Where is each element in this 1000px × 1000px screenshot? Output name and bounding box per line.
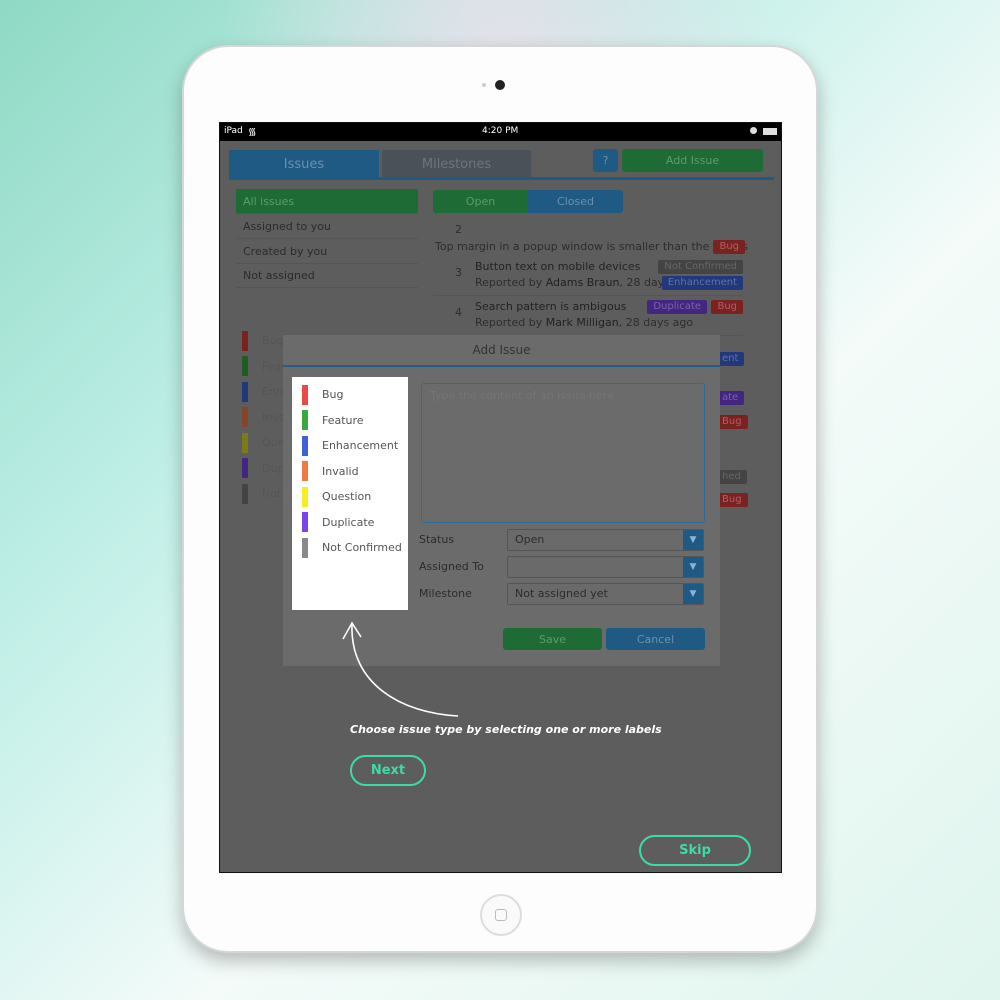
color-swatch — [302, 461, 308, 482]
tour-hint: Choose issue type by selecting one or mo… — [350, 723, 662, 736]
milestone-label: Milestone — [419, 587, 472, 600]
label-option-question[interactable]: Question — [292, 484, 408, 510]
issue-author: Adams Braun — [545, 276, 620, 289]
reported-prefix: Reported by — [475, 316, 546, 329]
label-picker: Bug Feature Enhancement Invalid Question… — [292, 377, 408, 610]
help-button[interactable]: ? — [593, 149, 618, 172]
sidebar-item-created[interactable]: Created by you — [236, 239, 418, 264]
label-option-enhancement[interactable]: Enhancement — [292, 433, 408, 459]
issue-title: Button text on mobile devices — [475, 260, 641, 273]
color-swatch — [302, 486, 308, 507]
badge-bug: Bug — [713, 240, 745, 254]
label-option-feature[interactable]: Feature — [292, 408, 408, 434]
home-icon — [495, 909, 507, 921]
sensor — [482, 83, 486, 87]
badge-enhancement: Enhancement — [661, 276, 743, 290]
color-swatch — [302, 384, 308, 405]
milestone-select[interactable]: Not assigned yet ▼ — [507, 582, 704, 605]
issue-row[interactable]: 3 Button text on mobile devices Reported… — [433, 256, 743, 296]
add-issue-button[interactable]: Add Issue — [622, 149, 763, 172]
sidebar-item-all-issues[interactable]: All issues — [236, 189, 418, 214]
clock: 4:20 PM — [482, 126, 519, 136]
tab-milestones[interactable]: Milestones — [382, 150, 531, 178]
next-button[interactable]: Next — [350, 755, 426, 786]
tab-issues[interactable]: Issues — [229, 150, 379, 178]
issue-author: Mark Milligan — [545, 316, 619, 329]
issue-number: 4 — [455, 306, 462, 319]
label-option-duplicate[interactable]: Duplicate — [292, 510, 408, 536]
tab-underline — [229, 177, 774, 180]
badge-partial: Bug — [716, 493, 748, 507]
color-swatch — [302, 512, 308, 533]
badge-partial: Bug — [716, 415, 748, 429]
issue-row[interactable]: 4 Search pattern is ambigous Reported by… — [433, 296, 743, 336]
camera — [495, 80, 505, 90]
issue-title: Search pattern is ambigous — [475, 300, 627, 313]
screen: iPad ᯾ 4:20 PM Issues Milestones ? Add I… — [219, 122, 782, 873]
reported-prefix: Reported by — [475, 276, 546, 289]
issue-row[interactable]: Top margin in a popup window is smaller … — [435, 239, 748, 255]
assigned-to-select[interactable]: ▼ — [507, 555, 704, 578]
issue-number: 2 — [455, 223, 462, 236]
status-select[interactable]: Open ▼ — [507, 528, 704, 551]
home-button[interactable] — [480, 894, 522, 936]
status-label: Status — [419, 533, 455, 546]
color-swatch — [302, 435, 308, 456]
save-button[interactable]: Save — [503, 628, 602, 650]
open-filter-button[interactable]: Open — [433, 190, 528, 213]
label-option-invalid[interactable]: Invalid — [292, 459, 408, 485]
issue-number: 3 — [455, 266, 462, 279]
cancel-button[interactable]: Cancel — [606, 628, 705, 650]
badge-partial: ate — [716, 391, 745, 405]
badge-partial: hed — [716, 470, 747, 484]
color-swatch — [302, 537, 308, 558]
label-option-bug[interactable]: Bug — [292, 382, 408, 408]
sidebar-item-assigned[interactable]: Assigned to you — [236, 214, 418, 239]
color-swatch — [302, 410, 308, 431]
battery-icon — [763, 128, 777, 135]
issue-form: Status Open ▼ Assigned To ▼ Milestone Not as… — [419, 526, 704, 607]
badge-not-confirmed: Not Confirmed — [658, 260, 743, 274]
closed-filter-button[interactable]: Closed — [528, 190, 623, 213]
issue-age: , 28 days ago — [618, 316, 694, 329]
label-option-not-confirmed[interactable]: Not Confirmed — [292, 535, 408, 561]
badge-duplicate: Duplicate — [647, 300, 707, 314]
chevron-down-icon: ▼ — [683, 556, 703, 577]
carrier: iPad — [224, 126, 243, 136]
issue-content-input[interactable] — [421, 383, 705, 523]
skip-button[interactable]: Skip — [639, 835, 751, 866]
lock-rotation-icon — [750, 127, 757, 134]
arrow-icon — [342, 621, 459, 717]
issue-title: Top margin in a popup window is smaller … — [435, 240, 748, 253]
assigned-to-label: Assigned To — [419, 560, 484, 573]
badge-bug: Bug — [711, 300, 743, 314]
chevron-down-icon: ▼ — [683, 529, 703, 550]
badge-partial: ent — [716, 352, 745, 366]
tab-label: Milestones — [421, 156, 492, 172]
wifi-icon: ᯾ — [248, 127, 257, 138]
tab-label: Issues — [283, 156, 325, 172]
modal-title: Add Issue — [283, 335, 720, 367]
sidebar-item-not-assigned[interactable]: Not assigned — [236, 263, 418, 288]
chevron-down-icon: ▼ — [683, 583, 703, 604]
status-bar: iPad ᯾ 4:20 PM — [220, 123, 781, 141]
